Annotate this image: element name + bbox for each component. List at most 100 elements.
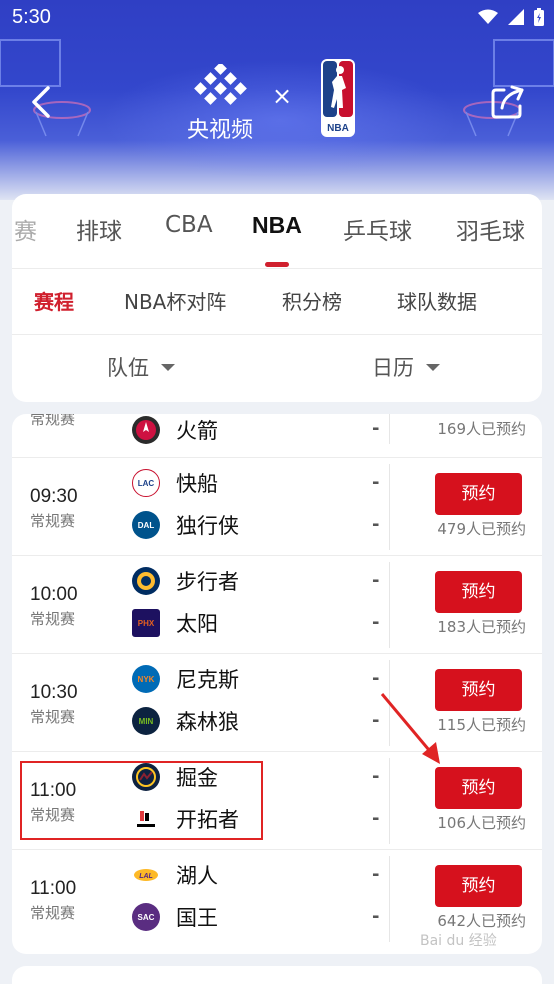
row-separator — [389, 464, 390, 550]
watermark: Bai du 经验 — [420, 933, 497, 949]
nba-logo-icon: NBA — [321, 59, 355, 137]
team-name: 独行侠 — [176, 514, 239, 538]
team-suns: PHX 太阳 — [132, 608, 218, 638]
calendar-filter-label: 日历 — [372, 356, 414, 380]
row-separator — [389, 562, 390, 648]
brand-separator: × — [272, 82, 293, 110]
filter-bar: 队伍 日历 — [12, 340, 542, 390]
match-row[interactable]: 10:30 常规赛 NYK 尼克斯 MIN 森林狼 - - 预约 115人已预约 — [12, 654, 542, 752]
team-kings: SAC 国王 — [132, 902, 218, 932]
clippers-logo-icon: LAC — [132, 469, 160, 497]
pacers-logo-icon — [132, 567, 160, 595]
tab-badminton[interactable]: 羽毛球 — [456, 212, 525, 246]
team-score: - — [372, 418, 380, 439]
match-row[interactable]: 常规赛 火箭 - 169人已预约 — [12, 414, 542, 458]
team-score: - — [372, 612, 380, 633]
match-time: 11:00 — [30, 878, 77, 899]
team-score: - — [372, 570, 380, 591]
team-mavericks: DAL 独行侠 — [132, 510, 239, 540]
subtabs-divider — [12, 334, 542, 335]
status-bar: 5:30 — [0, 0, 554, 38]
reserve-button[interactable]: 预约 — [435, 865, 522, 907]
mavericks-logo-icon: DAL — [132, 511, 160, 539]
nba-logo-text: NBA — [327, 123, 349, 134]
match-type: 常规赛 — [30, 904, 76, 922]
signal-icon — [508, 9, 524, 25]
knicks-logo-icon: NYK — [132, 665, 160, 693]
system-icons — [478, 8, 544, 26]
team-score: - — [372, 668, 380, 689]
status-time: 5:30 — [12, 6, 51, 28]
reservation-count: 106人已预约 — [437, 814, 526, 832]
team-name: 火箭 — [176, 419, 218, 443]
suns-logo-icon: PHX — [132, 609, 160, 637]
team-knicks: NYK 尼克斯 — [132, 664, 239, 694]
match-type: 常规赛 — [30, 414, 76, 428]
match-time: 10:30 — [30, 682, 78, 703]
team-name: 国王 — [176, 906, 218, 930]
sub-tab-bar: 赛程 NBA杯对阵 积分榜 球队数据 — [12, 272, 542, 328]
match-row[interactable]: 10:00 常规赛 步行者 PHX 太阳 - - 预约 183人已预约 — [12, 556, 542, 654]
sports-tab-bar: 赛 排球 CBA NBA 乒乓球 羽毛球 — [12, 194, 542, 268]
cctv-video-logo-icon — [194, 64, 247, 105]
team-score: - — [372, 808, 380, 829]
tab-cba[interactable]: CBA — [165, 212, 213, 238]
reserve-button[interactable]: 预约 — [435, 767, 522, 809]
back-arrow-icon[interactable] — [24, 82, 64, 122]
team-clippers: LAC 快船 — [132, 468, 218, 498]
match-type: 常规赛 — [30, 708, 76, 726]
tab-sport-partial[interactable]: 赛 — [14, 212, 37, 246]
calendar-filter-dropdown[interactable]: 日历 — [372, 352, 440, 382]
subtab-team-stats[interactable]: 球队数据 — [397, 286, 477, 315]
annotation-arrow-icon — [380, 693, 440, 764]
team-name: 尼克斯 — [176, 668, 239, 692]
reserve-button[interactable]: 预约 — [435, 473, 522, 515]
match-type: 常规赛 — [30, 512, 76, 530]
tab-volleyball[interactable]: 排球 — [76, 212, 122, 246]
tab-nba[interactable]: NBA — [252, 212, 302, 239]
reserve-button[interactable]: 预约 — [435, 571, 522, 613]
team-name: 快船 — [176, 472, 218, 496]
team-name: 森林狼 — [176, 710, 239, 734]
team-name: 湖人 — [176, 864, 218, 888]
team-timberwolves: MIN 森林狼 — [132, 706, 239, 736]
team-score: - — [372, 472, 380, 493]
svg-text:LAL: LAL — [139, 873, 153, 880]
row-separator — [389, 758, 390, 844]
kings-logo-icon: SAC — [132, 903, 160, 931]
subtab-standings[interactable]: 积分榜 — [282, 286, 342, 315]
wifi-icon — [478, 9, 498, 24]
match-list: 常规赛 火箭 - 169人已预约 09:30 常规赛 LAC 快船 DAL 独行… — [12, 414, 542, 954]
rockets-logo-icon — [132, 416, 160, 444]
reservation-count: 479人已预约 — [437, 520, 526, 538]
reservation-count: 642人已预约 — [437, 912, 526, 930]
next-section-card — [12, 966, 542, 984]
share-icon[interactable] — [488, 82, 528, 122]
active-tab-indicator — [265, 262, 289, 267]
reservation-count: 169人已预约 — [437, 420, 526, 438]
match-row[interactable]: 09:30 常规赛 LAC 快船 DAL 独行侠 - - 预约 479人已预约 — [12, 458, 542, 556]
lakers-logo-icon: LAL — [132, 861, 160, 889]
team-pacers: 步行者 — [132, 566, 239, 596]
tabs-card: 赛 排球 CBA NBA 乒乓球 羽毛球 赛程 NBA杯对阵 积分榜 球队数据 … — [12, 194, 542, 402]
team-score: - — [372, 514, 380, 535]
reservation-count: 183人已预约 — [437, 618, 526, 636]
team-filter-label: 队伍 — [107, 356, 149, 380]
match-time: 09:30 — [30, 486, 78, 507]
match-time: 10:00 — [30, 584, 78, 605]
team-lakers: LAL 湖人 — [132, 860, 218, 890]
team-rockets: 火箭 — [132, 415, 218, 445]
subtab-schedule[interactable]: 赛程 — [34, 286, 74, 315]
brand-name: 央视频 — [186, 118, 253, 143]
tabs-divider — [12, 268, 542, 269]
caret-down-icon — [426, 363, 440, 371]
row-separator — [389, 856, 390, 942]
reserve-button[interactable]: 预约 — [435, 669, 522, 711]
subtab-nba-cup-bracket[interactable]: NBA杯对阵 — [124, 286, 226, 315]
team-filter-dropdown[interactable]: 队伍 — [107, 352, 175, 382]
team-score: - — [372, 906, 380, 927]
battery-icon — [534, 8, 544, 26]
tab-table-tennis[interactable]: 乒乓球 — [343, 212, 412, 246]
team-score: - — [372, 864, 380, 885]
caret-down-icon — [161, 363, 175, 371]
